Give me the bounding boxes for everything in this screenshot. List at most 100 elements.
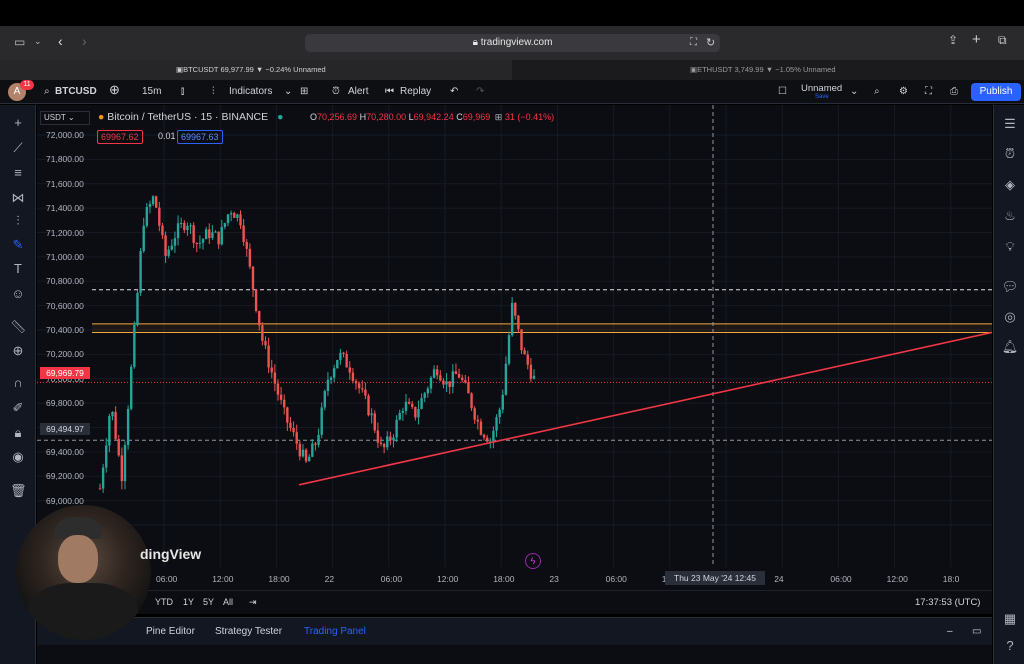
reload-icon[interactable]: ↻ [706,36,715,49]
eye-icon[interactable]: ◉ [10,449,26,465]
magnet-icon[interactable]: ∩ [10,375,26,391]
candle-body [414,406,417,418]
candle-body [345,353,348,368]
alerts-clock-icon[interactable]: ⏰︎ [1001,145,1019,163]
candle-body [233,213,236,218]
candle-body [130,366,133,409]
undo-icon[interactable]: ↶ [450,85,458,99]
chevron-down-icon[interactable]: ⌄ [850,85,858,99]
horizontal-lines-icon[interactable]: ≡ [10,165,26,181]
candle-body [401,410,405,413]
notifications-bell-icon[interactable]: 🔔︎ [1001,338,1019,356]
candle-body [236,214,239,218]
back-icon[interactable]: ‹ [58,33,63,49]
sidebar-toggle-icon[interactable]: ▭ [14,35,25,49]
translate-icon[interactable]: ⛶ [690,37,697,48]
share-icon[interactable]: ⇪ [948,33,958,47]
address-bar[interactable]: 🔒︎ tradingview.com [305,34,720,52]
goto-date-icon[interactable]: ⇥ [249,597,257,608]
legend-grid-icon[interactable]: ⊞ [495,112,503,122]
new-tab-icon[interactable]: + [972,31,981,48]
candle-body [382,443,386,448]
sell-button[interactable]: 69967.62 [97,130,143,144]
calendar-icon[interactable]: ▦ [1001,610,1019,628]
hotlists-fire-icon[interactable]: ♨ [1001,207,1019,225]
emoji-icon[interactable]: ☺ [10,286,26,302]
lock-icon[interactable]: 🔒︎ [10,425,26,441]
ideas-bulb-icon[interactable]: 💡︎ [1001,238,1019,256]
browser-tab-2[interactable]: ▣ ETHUSDT 3,749.99 ▼ −1.05% Unnamed [512,60,1024,80]
text-tool-icon[interactable]: T [10,261,26,277]
layout-checkbox-icon[interactable]: ☐ [778,85,787,99]
redo-icon[interactable]: ↷ [476,85,484,99]
tab-overview-icon[interactable]: ⧉ [998,33,1007,48]
crosshair-icon[interactable]: + [10,115,26,131]
fib-tool-icon[interactable]: ⫶ [10,213,26,229]
brush-tool-icon[interactable]: ✎ [10,237,26,253]
fullscreen-icon[interactable]: ⛶ [925,85,932,99]
candle-body [217,231,220,245]
candle-body [348,367,351,373]
minimize-icon[interactable]: – [947,626,953,637]
interval-button[interactable]: 15m [142,85,161,99]
chevron-down-icon[interactable]: ⌄ [284,85,292,99]
tab-strategy-tester[interactable]: Strategy Tester [215,626,282,637]
layout-name[interactable]: Unnamed [801,83,842,94]
range-all[interactable]: All [223,597,233,607]
alert-button[interactable]: Alert [348,85,369,99]
trendline-tool-icon[interactable]: ⟋ [10,140,26,156]
browser-tab-1[interactable]: ▣ BTCUSDT 69,977.99 ▼ −0.24% Unnamed [0,60,512,80]
currency-selector[interactable]: USDT ⌄ [40,111,90,125]
camera-icon[interactable]: ⎙ [950,85,958,99]
pattern-tool-icon[interactable]: ⋈ [10,190,26,206]
candle-body [120,455,124,482]
tab-pine-editor[interactable]: Pine Editor [146,626,195,637]
maximize-icon[interactable]: ▭ [972,626,981,637]
ruler-icon[interactable]: 📏︎ [10,319,27,335]
watchlist-icon[interactable]: ☰ [1001,115,1019,133]
chevron-down-icon[interactable]: ⌄ [34,36,42,47]
candle-body [114,411,117,440]
settings-gear-icon[interactable]: ⚙︎ [899,85,908,99]
buy-button[interactable]: 69967.63 [177,130,223,144]
symbol-legend[interactable]: ● Bitcoin / TetherUS · 15 · BINANCE ● [98,111,283,125]
layers-icon[interactable]: ◈ [1001,176,1019,194]
quick-search-icon[interactable]: ⌕ [874,85,880,99]
candle-body [151,196,155,205]
chat-icon[interactable]: 💬︎ [1001,278,1019,296]
publish-button[interactable]: Publish [971,83,1021,101]
candle-body [223,223,227,227]
symbol-search-icon[interactable]: ⌕ [44,85,50,99]
tab-trading-panel[interactable]: Trading Panel [304,626,366,637]
candle-body [373,413,376,431]
candle-body [208,229,211,238]
streams-icon[interactable]: ◎ [1001,308,1019,326]
save-label[interactable]: Save [815,94,829,100]
range-5y[interactable]: 5Y [203,597,214,607]
compare-add-icon[interactable]: ⊕ [109,83,120,97]
range-1y[interactable]: 1Y [183,597,194,607]
symbol-search-button[interactable]: BTCUSD [55,85,97,99]
help-icon[interactable]: ? [1001,637,1019,655]
candle-body [464,380,467,383]
candles-type-icon[interactable]: ⫾ [181,85,184,99]
chart-pane[interactable] [37,105,992,590]
lightning-event-icon[interactable]: ϟ [525,553,541,569]
indicators-button[interactable]: Indicators [229,85,272,99]
zoom-in-icon[interactable]: ⊕ [10,343,26,359]
trash-icon[interactable]: 🗑︎ [10,483,27,499]
price-chart[interactable] [37,105,992,590]
x-axis-label: 06:00 [605,574,627,584]
quantity-field[interactable]: 0.01 [155,130,179,144]
lock-drawing-icon[interactable]: ✐ [10,400,26,416]
replay-button[interactable]: Replay [400,85,431,99]
time-readout[interactable]: 17:37:53 (UTC) [915,597,980,608]
templates-icon[interactable]: ⊞ [300,85,308,99]
candle-body [126,408,130,445]
candle-body [395,419,398,438]
x-axis-label: 12:00 [212,574,234,584]
candle-body [339,352,342,361]
tv-favicon-icon: ▣ [176,65,184,74]
range-ytd[interactable]: YTD [155,597,173,607]
forward-icon[interactable]: › [82,33,87,49]
